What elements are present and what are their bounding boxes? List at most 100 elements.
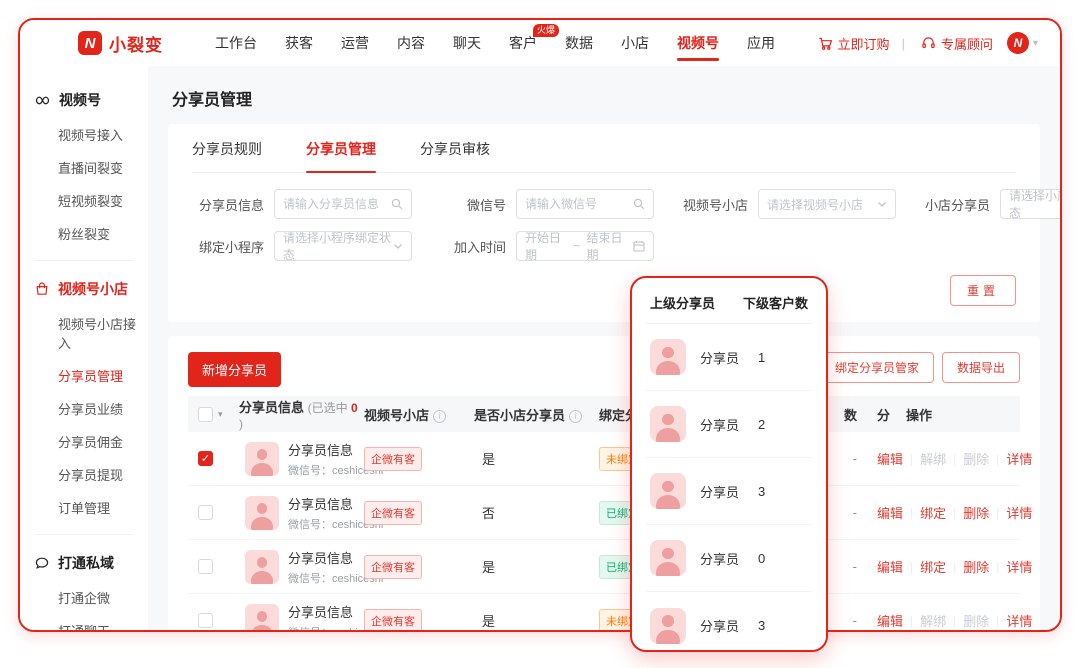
detail-link[interactable]: 详情 bbox=[1006, 503, 1032, 522]
edit-link[interactable]: 编辑 bbox=[877, 611, 903, 630]
nav-item-channels[interactable]: 视频号 bbox=[663, 20, 733, 66]
filter-shop-member: 小店分享员 请选择小店分享员状态 bbox=[918, 189, 1060, 219]
row-checkbox[interactable] bbox=[198, 613, 213, 628]
selected-count: 0 bbox=[351, 401, 358, 415]
bind-link[interactable]: 绑定 bbox=[920, 503, 946, 522]
sharer-avatar bbox=[245, 550, 279, 584]
sidebar: 视频号 视频号接入 直播间裂变 短视频裂变 粉丝裂变 视频号小店 视频号小店接入… bbox=[20, 66, 148, 632]
add-sharer-button[interactable]: 新增分享员 bbox=[188, 352, 281, 387]
row-checkbox[interactable] bbox=[198, 505, 213, 520]
delete-link[interactable]: 删除 bbox=[963, 557, 989, 576]
sidebar-section-private[interactable]: 打通私域 bbox=[20, 545, 148, 581]
nav-item-shop[interactable]: 小店 bbox=[607, 20, 663, 66]
sidebar-item-sharer-manage[interactable]: 分享员管理 bbox=[20, 359, 148, 392]
nav-item-workbench[interactable]: 工作台 bbox=[201, 20, 271, 66]
sidebar-item-video-fission[interactable]: 短视频裂变 bbox=[20, 184, 148, 217]
detail-link[interactable]: 详情 bbox=[1006, 557, 1032, 576]
edit-link[interactable]: 编辑 bbox=[877, 557, 903, 576]
is-shop-member-value: 是 bbox=[468, 449, 593, 468]
edit-link[interactable]: 编辑 bbox=[877, 449, 903, 468]
sidebar-item-connect-chat[interactable]: 打通聊天 bbox=[20, 614, 148, 632]
bind-link[interactable]: 绑定 bbox=[920, 557, 946, 576]
sidebar-item-fans-fission[interactable]: 粉丝裂变 bbox=[20, 217, 148, 250]
info-icon[interactable]: i bbox=[569, 410, 582, 423]
page-title: 分享员管理 bbox=[172, 86, 1040, 110]
join-time-range[interactable]: 开始日期 ~ 结束日期 bbox=[516, 231, 654, 261]
sharer-avatar bbox=[245, 496, 279, 530]
is-shop-member-value: 是 bbox=[468, 611, 593, 630]
sharer-info-cell: 分享员信息 微信号：ceshiceshi bbox=[233, 602, 358, 633]
chevron-down-icon[interactable]: ▾ bbox=[1033, 38, 1038, 49]
select-all-checkbox[interactable] bbox=[198, 407, 213, 422]
header-shop: 视频号小店i bbox=[358, 405, 468, 424]
subscribe-label: 立即订购 bbox=[838, 34, 890, 53]
row-actions: 编辑| 绑定| 删除| 详情 bbox=[863, 557, 1032, 576]
sidebar-section-shop[interactable]: 视频号小店 bbox=[20, 271, 148, 307]
sidebar-item-sharer-performance[interactable]: 分享员业绩 bbox=[20, 392, 148, 425]
detail-link[interactable]: 详情 bbox=[1006, 611, 1032, 630]
table-header-row: ▾ 分享员信息 (已选中 0 ) 视频号小店i 是否小店分享员i bbox=[188, 396, 1020, 432]
delete-link[interactable]: 删除 bbox=[963, 503, 989, 522]
member-info-input[interactable] bbox=[283, 197, 387, 211]
topbar: N 小裂变 工作台 获客 运营 内容 聊天 客户 火爆 数据 小店 视频号 应用 bbox=[20, 20, 1060, 66]
chat-bubble-icon bbox=[34, 555, 50, 571]
filter-label: 绑定小程序 bbox=[192, 237, 264, 256]
nav-item-apps[interactable]: 应用 bbox=[733, 20, 789, 66]
wechat-input-wrap bbox=[516, 189, 654, 219]
bind-manager-button[interactable]: 绑定分享员管家 bbox=[820, 352, 934, 383]
nav-item-content[interactable]: 内容 bbox=[383, 20, 439, 66]
brand-logo-text: 小裂变 bbox=[109, 31, 163, 56]
brand-logo[interactable]: N 小裂变 bbox=[78, 31, 163, 56]
popup-sharer-name: 分享员 bbox=[700, 415, 758, 434]
export-button[interactable]: 数据导出 bbox=[942, 352, 1020, 383]
info-icon[interactable]: i bbox=[433, 410, 446, 423]
sidebar-item-live-fission[interactable]: 直播间裂变 bbox=[20, 151, 148, 184]
row-checkbox[interactable] bbox=[198, 559, 213, 574]
nav-item-acquire[interactable]: 获客 bbox=[271, 20, 327, 66]
user-avatar[interactable]: N bbox=[1007, 32, 1029, 54]
sidebar-section-channels[interactable]: 视频号 bbox=[20, 82, 148, 118]
checkbox-dropdown-caret[interactable]: ▾ bbox=[218, 409, 223, 420]
wechat-input[interactable] bbox=[525, 197, 629, 211]
wecom-tag: 企微有客 bbox=[364, 609, 422, 633]
shop-member-select[interactable]: 请选择小店分享员状态 bbox=[1000, 189, 1060, 219]
sidebar-item-connect-wecom[interactable]: 打通企微 bbox=[20, 581, 148, 614]
sidebar-item-order-manage[interactable]: 订单管理 bbox=[20, 491, 148, 524]
detail-link[interactable]: 详情 bbox=[1006, 449, 1032, 468]
mini-program-select[interactable]: 请选择小程序绑定状态 bbox=[274, 231, 412, 261]
nav-item-customer[interactable]: 客户 火爆 bbox=[495, 20, 551, 66]
edit-link[interactable]: 编辑 bbox=[877, 503, 903, 522]
reset-row: 重置 bbox=[192, 261, 1016, 306]
tab-sharer-rules[interactable]: 分享员规则 bbox=[192, 124, 262, 172]
popup-row: 分享员 0 bbox=[646, 525, 812, 592]
popup-col-parent: 上级分享员 bbox=[650, 293, 715, 312]
nav-item-data[interactable]: 数据 bbox=[551, 20, 607, 66]
subscribe-link[interactable]: 立即订购 bbox=[814, 34, 890, 53]
tab-sharer-review[interactable]: 分享员审核 bbox=[420, 124, 490, 172]
sidebar-item-sharer-commission[interactable]: 分享员佣金 bbox=[20, 425, 148, 458]
advisor-link[interactable]: 专属顾问 bbox=[917, 34, 993, 53]
sidebar-item-sharer-withdraw[interactable]: 分享员提现 bbox=[20, 458, 148, 491]
sidebar-item-channels-access[interactable]: 视频号接入 bbox=[20, 118, 148, 151]
sidebar-item-shop-access[interactable]: 视频号小店接入 bbox=[20, 307, 148, 359]
shop-select[interactable]: 请选择视频号小店 bbox=[758, 189, 896, 219]
tab-sharer-manage[interactable]: 分享员管理 bbox=[306, 124, 376, 172]
top-nav: 工作台 获客 运营 内容 聊天 客户 火爆 数据 小店 视频号 应用 bbox=[201, 20, 789, 66]
filter-member-info: 分享员信息 bbox=[192, 189, 412, 219]
sharer-avatar bbox=[650, 473, 686, 509]
table-card: 新增分享员 改 绑定分享员管家 数据导出 ▾ bbox=[168, 336, 1040, 632]
nav-item-chat[interactable]: 聊天 bbox=[439, 20, 495, 66]
search-icon bbox=[633, 198, 645, 210]
sharer-info-cell: 分享员信息 微信号：ceshiceshi bbox=[233, 494, 358, 532]
advisor-label: 专属顾问 bbox=[941, 34, 993, 53]
nav-item-operate[interactable]: 运营 bbox=[327, 20, 383, 66]
filter-wechat: 微信号 bbox=[434, 189, 654, 219]
sidebar-divider bbox=[34, 534, 134, 535]
row-actions: 编辑| 解绑| 删除| 详情 bbox=[863, 449, 1032, 468]
row-checkbox[interactable]: ✓ bbox=[198, 451, 213, 466]
sidebar-divider bbox=[34, 260, 134, 261]
filter-join-time: 加入时间 开始日期 ~ 结束日期 bbox=[434, 231, 654, 261]
reset-button[interactable]: 重置 bbox=[950, 275, 1016, 306]
header-status-clipped: 分 bbox=[877, 405, 890, 424]
delete-link: 删除 bbox=[963, 449, 989, 468]
